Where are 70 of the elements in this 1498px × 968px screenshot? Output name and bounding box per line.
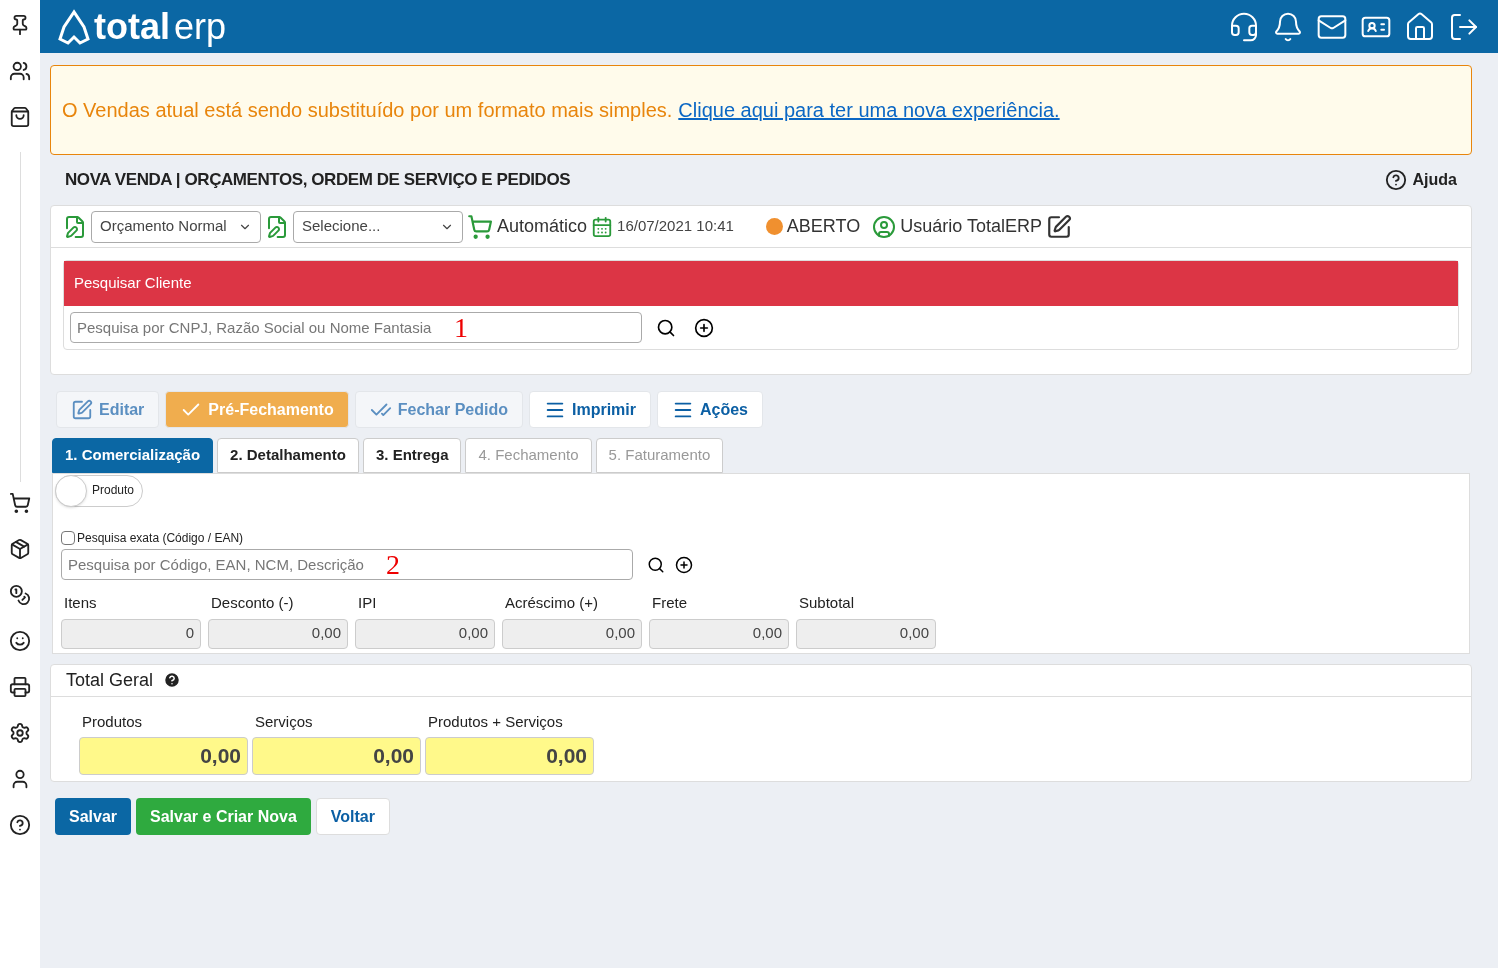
help-icon[interactable]	[9, 814, 31, 836]
grand-total-title: Total Geral	[66, 668, 154, 692]
annotation-number: 2	[386, 551, 400, 579]
cart-icon	[467, 213, 493, 240]
total-field: 0,00	[796, 618, 936, 649]
action-button[interactable]: Fechar Pedido	[354, 391, 523, 428]
mode-text: Automático	[497, 215, 588, 238]
add-icon[interactable]	[675, 555, 693, 574]
annotation-number: 1	[454, 314, 468, 342]
action-button[interactable]: Imprimir	[528, 391, 651, 428]
type-select[interactable]: Orçamento Normal	[91, 210, 261, 243]
logo[interactable]: totalerp	[58, 8, 227, 45]
footer-button[interactable]: Salvar	[55, 798, 132, 835]
bag-icon[interactable]	[9, 106, 31, 128]
box-icon[interactable]	[9, 538, 31, 560]
total-field: 0,00	[649, 618, 789, 649]
grand-total-field: 0,00	[79, 737, 248, 775]
user-name: Usuário TotalERP	[900, 215, 1042, 238]
total-label: IPI	[357, 593, 378, 613]
status-text: ABERTO	[786, 215, 861, 238]
help-link[interactable]: Ajuda	[1412, 168, 1457, 192]
user-icon	[872, 214, 897, 239]
total-label: Frete	[651, 593, 688, 613]
document-icon	[265, 214, 289, 239]
home-icon[interactable]	[1404, 10, 1436, 43]
add-icon[interactable]	[694, 317, 714, 338]
total-label: Itens	[63, 593, 98, 613]
exact-label: Pesquisa exata (Código / EAN)	[77, 530, 244, 547]
help-icon[interactable]	[1384, 169, 1407, 191]
grand-total-label: Produtos	[81, 711, 144, 732]
total-field: 0	[61, 618, 201, 649]
footer-button[interactable]: Salvar e Criar Nova	[136, 798, 311, 835]
notice-text: O Vendas atual está sendo substituído por um formato mais simples.	[62, 98, 673, 123]
calendar-icon	[591, 215, 614, 238]
search-icon[interactable]	[656, 317, 676, 338]
edit-icon	[71, 398, 93, 421]
grand-total-label: Produtos + Serviços	[427, 711, 564, 732]
step-tab[interactable]: 1. Comercialização	[52, 438, 214, 473]
step-tab[interactable]: 3. Entrega	[362, 438, 462, 473]
exact-checkbox[interactable]	[61, 531, 75, 545]
smiley-icon[interactable]	[9, 630, 31, 652]
document-icon	[63, 214, 87, 239]
page-title: NOVA VENDA | ORÇAMENTOS, ORDEM DE SERVIÇO E PEDIDOS	[65, 169, 571, 192]
grand-total-label: Serviços	[254, 711, 314, 732]
grand-total-field: 0,00	[252, 737, 421, 775]
action-button[interactable]: Editar	[56, 391, 160, 428]
users-icon[interactable]	[9, 60, 31, 82]
option-select[interactable]: Selecione...	[293, 210, 463, 243]
product-toggle[interactable]: Produto	[55, 475, 143, 507]
client-search-title: Pesquisar Cliente	[64, 261, 1458, 306]
total-field: 0,00	[355, 618, 495, 649]
footer-button[interactable]: Voltar	[315, 798, 390, 835]
step-tab[interactable]: 2. Detalhamento	[217, 438, 359, 473]
datetime-text: 16/07/2021 10:41	[617, 216, 734, 237]
notice-link[interactable]: Clique aqui para ter uma nova experiência.	[678, 95, 1060, 125]
search-icon[interactable]	[647, 555, 665, 574]
total-label: Subtotal	[798, 593, 856, 613]
bell-icon[interactable]	[1272, 10, 1304, 43]
total-field: 0,00	[502, 618, 642, 649]
printer-icon[interactable]	[9, 676, 31, 698]
headset-icon[interactable]	[1228, 10, 1260, 43]
logo-icon	[58, 8, 90, 45]
settings-icon[interactable]	[9, 722, 31, 744]
total-field: 0,00	[208, 618, 348, 649]
total-label: Acréscimo (+)	[504, 593, 599, 613]
grand-total-field: 0,00	[425, 737, 594, 775]
edit-icon[interactable]	[1045, 213, 1072, 240]
total-label: Desconto (-)	[210, 593, 295, 613]
cart-icon[interactable]	[9, 492, 31, 514]
action-button[interactable]: Ações	[657, 391, 763, 428]
